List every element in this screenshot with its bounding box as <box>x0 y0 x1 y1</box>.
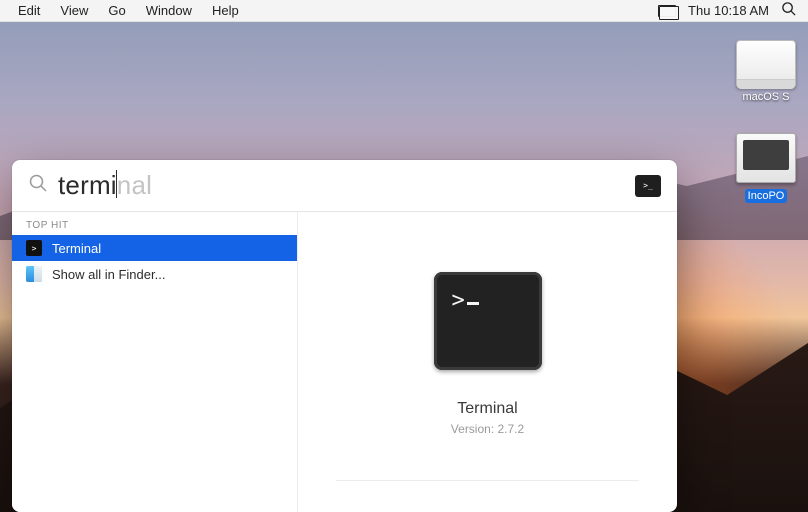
finder-icon <box>26 266 42 282</box>
results-section-header: TOP HIT <box>12 212 297 235</box>
terminal-app-icon: > <box>434 272 542 370</box>
spotlight-results-list: TOP HIT Terminal Show all in Finder... <box>12 212 298 512</box>
menubar-tray: Thu 10:18 AM <box>658 1 800 20</box>
result-terminal[interactable]: Terminal <box>12 235 297 261</box>
result-show-all-finder[interactable]: Show all in Finder... <box>12 261 297 287</box>
search-typed-text: termi <box>58 170 117 200</box>
spotlight-search-input[interactable]: terminal <box>58 170 635 201</box>
spotlight-search-row: terminal >_ <box>12 160 677 212</box>
menu-window[interactable]: Window <box>136 0 202 22</box>
disk-image-icon <box>736 133 796 183</box>
top-hit-thumbnail-icon: >_ <box>635 175 661 197</box>
drive-label: IncoPO <box>745 189 788 203</box>
result-label: Show all in Finder... <box>52 267 165 282</box>
menu-go[interactable]: Go <box>98 0 135 22</box>
menubar-clock[interactable]: Thu 10:18 AM <box>688 3 769 18</box>
menu-edit[interactable]: Edit <box>8 0 50 22</box>
desktop-icons: macOS S IncoPO <box>730 40 802 204</box>
preview-divider <box>336 480 639 481</box>
spotlight-menubar-icon[interactable] <box>781 1 796 20</box>
hard-drive-icon <box>736 40 796 88</box>
menu-help[interactable]: Help <box>202 0 249 22</box>
preview-title: Terminal <box>457 400 517 418</box>
preview-version: Version: 2.7.2 <box>451 422 524 436</box>
drive-label: macOS S <box>736 91 796 103</box>
search-icon <box>28 173 48 199</box>
spotlight-preview-pane: > Terminal Version: 2.7.2 <box>298 212 677 512</box>
menu-view[interactable]: View <box>50 0 98 22</box>
desktop-drive-macos[interactable]: macOS S <box>736 40 796 103</box>
result-label: Terminal <box>52 241 101 256</box>
terminal-icon <box>26 240 42 256</box>
spotlight-window: terminal >_ TOP HIT Terminal Show all in… <box>12 160 677 512</box>
desktop-drive-incopo[interactable]: IncoPO <box>736 133 796 204</box>
displays-icon[interactable] <box>658 5 676 17</box>
menubar: Edit View Go Window Help Thu 10:18 AM <box>0 0 808 22</box>
search-autocomplete-ghost: nal <box>117 170 152 200</box>
